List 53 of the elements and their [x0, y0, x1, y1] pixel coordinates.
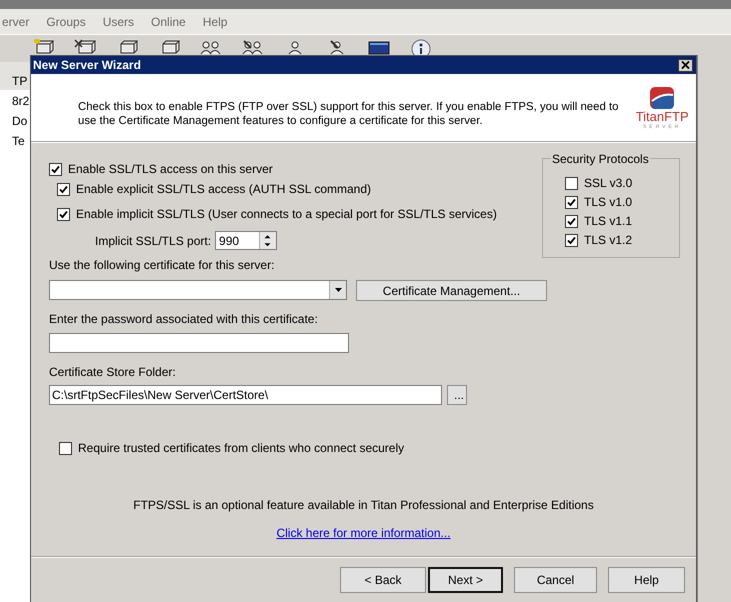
- password-label: Enter the password associated with this certificate:: [49, 312, 318, 326]
- checkbox-label: SSL v3.0: [584, 176, 632, 190]
- certificate-management-button[interactable]: Certificate Management...: [356, 280, 547, 301]
- list-item[interactable]: Do: [0, 110, 30, 130]
- menu-item[interactable]: Groups: [44, 14, 88, 28]
- wizard-button[interactable]: Next >: [428, 567, 503, 593]
- store-label: Certificate Store Folder:: [49, 365, 176, 379]
- password-field[interactable]: [49, 333, 349, 353]
- group-title: Security Protocols: [551, 152, 650, 166]
- logo-name: TitanFTP: [636, 110, 689, 124]
- checkbox-label: TLS v1.1: [584, 214, 632, 228]
- menu-item[interactable]: Help: [200, 14, 230, 28]
- wizard-button[interactable]: Help: [608, 567, 685, 593]
- checkbox-label: TLS v1.2: [584, 233, 632, 247]
- checkbox[interactable]: [59, 442, 72, 454]
- certificate-label: Use the following certificate for this server:: [49, 258, 274, 272]
- port-label: Implicit SSL/TLS port:: [95, 234, 212, 248]
- users-remove-icon[interactable]: [242, 39, 264, 55]
- checkbox[interactable]: [49, 162, 62, 176]
- checkbox[interactable]: [565, 214, 578, 228]
- list-item[interactable]: Te: [0, 130, 30, 150]
- checkbox[interactable]: [565, 234, 578, 246]
- checkbox-label: Enable explicit SSL/TLS access (AUTH SSL command): [76, 182, 372, 196]
- checkbox-label: Require trusted certificates from clients who connect securely: [78, 441, 404, 455]
- checkbox-label: Enable SSL/TLS access on this server: [68, 162, 273, 176]
- add-icon[interactable]: [32, 39, 54, 55]
- menu-item[interactable]: Users: [100, 14, 136, 28]
- column-header: TP: [0, 62, 30, 90]
- wizard-button[interactable]: Cancel: [514, 567, 597, 593]
- menu-item[interactable]: Online: [149, 14, 188, 28]
- window-title: New Server Wizard: [33, 58, 141, 72]
- checkbox[interactable]: [57, 208, 70, 220]
- checkbox-label: TLS v1.0: [584, 195, 632, 209]
- checkbox-label: Enable implicit SSL/TLS (User connects to a special port for SSL/TLS services): [76, 207, 497, 221]
- logo-icon: [649, 86, 676, 110]
- certificate-dropdown[interactable]: [49, 280, 347, 300]
- checkbox[interactable]: [565, 176, 578, 190]
- port-spinner[interactable]: 990: [215, 231, 278, 250]
- header-text: Check this box to enable FTPS (FTP over SSL) support for this server. If you enable FTPS, you will need to use the Certificate Management features to configure a certificate for this server.: [78, 100, 620, 128]
- more-info-link[interactable]: Click here for more information...: [276, 526, 451, 540]
- browse-button[interactable]: ...: [447, 385, 467, 405]
- wizard-button[interactable]: < Back: [340, 567, 426, 593]
- info-icon[interactable]: [410, 39, 432, 55]
- close-icon[interactable]: [678, 58, 693, 72]
- dropdown-arrow-icon: [334, 288, 342, 292]
- checkbox[interactable]: [57, 182, 70, 196]
- checkbox[interactable]: [565, 196, 578, 208]
- delete-icon[interactable]: [74, 39, 96, 55]
- store-folder-field[interactable]: C:\srtFtpSecFiles\New Server\CertStore\: [49, 385, 442, 405]
- edition-note: FTPS/SSL is an optional feature available in Titan Professional and Enterprise Editions: [132, 498, 595, 512]
- monitor-icon[interactable]: [368, 39, 390, 55]
- menu-item[interactable]: erver: [0, 14, 32, 28]
- list-item[interactable]: 8r2: [0, 90, 30, 110]
